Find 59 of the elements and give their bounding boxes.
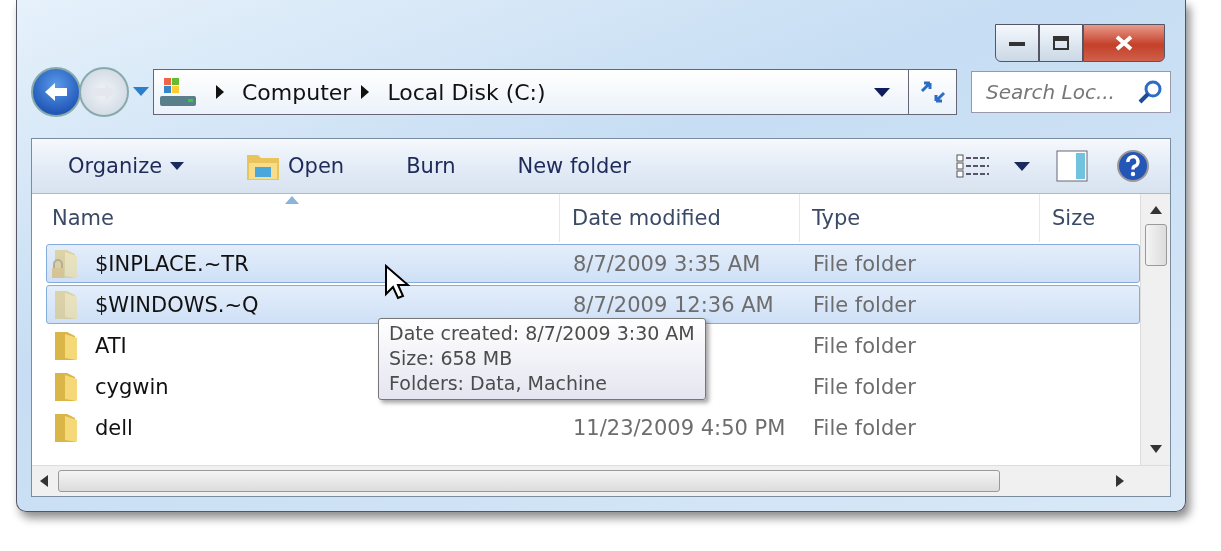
caret-icon — [170, 162, 185, 170]
scroll-up-icon[interactable] — [1149, 206, 1162, 214]
sort-arrow-icon — [284, 196, 299, 204]
search-icon — [1137, 79, 1163, 105]
view-options-button[interactable] — [954, 152, 992, 180]
column-header[interactable]: Name — [32, 194, 560, 242]
breadcrumb-arrow-icon[interactable] — [216, 85, 224, 99]
file-type: File folder — [813, 251, 916, 276]
date-modified: 8/7/2009 3:35 AM — [573, 251, 761, 276]
toolbar-button[interactable]: Burn — [396, 150, 466, 182]
view-caret-icon[interactable] — [1014, 161, 1030, 171]
tooltip-line: Date created: 8/7/2009 3:30 AM — [389, 321, 695, 346]
file-type: File folder — [813, 374, 916, 399]
date-modified: 8/7/2009 12:36 AM — [573, 292, 774, 317]
back-button[interactable] — [31, 67, 81, 117]
scroll-thumb[interactable] — [1144, 224, 1167, 266]
maximize-button[interactable] — [1039, 24, 1083, 62]
file-type: File folder — [813, 415, 916, 440]
drive-icon — [158, 76, 198, 108]
file-name: ATI — [95, 333, 127, 358]
vertical-scrollbar[interactable] — [1140, 194, 1170, 465]
file-name: $INPLACE.~TR — [95, 251, 249, 276]
address-dropdown-icon[interactable] — [874, 87, 890, 97]
close-icon — [1115, 35, 1133, 51]
selected-row-highlight[interactable]: $WINDOWS.~Q 8/7/2009 12:36 AM File folder — [46, 285, 1140, 324]
toolbar-button[interactable]: Organize — [58, 150, 195, 182]
scroll-left-icon[interactable] — [40, 475, 48, 487]
close-button[interactable] — [1083, 24, 1165, 62]
back-arrow-icon — [43, 81, 69, 103]
address-bar[interactable]: Computer Local Disk (C:) — [153, 69, 957, 115]
breadcrumb[interactable]: Local Disk (C:) — [387, 79, 546, 105]
column-header[interactable]: Type — [800, 194, 1040, 242]
breadcrumb-arrow-icon[interactable] — [361, 85, 370, 99]
file-name: cygwin — [95, 374, 169, 399]
toolbar-button[interactable]: New folder — [507, 150, 641, 182]
minimize-icon — [1009, 40, 1025, 46]
tooltip-line: Size: 658 MB — [389, 346, 514, 371]
file-name: $WINDOWS.~Q — [95, 292, 259, 317]
column-header[interactable]: Date modified — [560, 194, 800, 242]
recent-pages-caret-icon[interactable] — [133, 87, 149, 97]
file-name: dell — [95, 415, 133, 440]
search-field[interactable]: Search Loc... — [971, 71, 1171, 113]
help-button[interactable] — [1114, 147, 1152, 185]
scroll-thumb[interactable] — [58, 470, 1000, 492]
scroll-right-icon[interactable] — [1116, 475, 1124, 487]
tooltip-line: Folders: Data, Machine — [389, 371, 609, 396]
mouse-pointer-icon — [384, 264, 410, 300]
breadcrumb[interactable]: Computer — [242, 79, 352, 105]
column-header[interactable]: Size — [1040, 194, 1140, 242]
help-icon — [1116, 149, 1150, 183]
scroll-down-icon[interactable] — [1149, 445, 1162, 453]
file-type: File folder — [813, 333, 916, 358]
minimize-button[interactable] — [995, 24, 1039, 62]
selected-row-highlight[interactable]: $INPLACE.~TR 8/7/2009 3:35 AM File folder — [46, 244, 1140, 283]
toolbar-button[interactable]: Open — [236, 147, 355, 185]
horizontal-scrollbar[interactable] — [32, 465, 1170, 496]
maximize-icon — [1053, 36, 1069, 50]
date-modified: 11/23/2009 4:50 PM — [573, 415, 786, 440]
file-type: File folder — [813, 292, 916, 317]
